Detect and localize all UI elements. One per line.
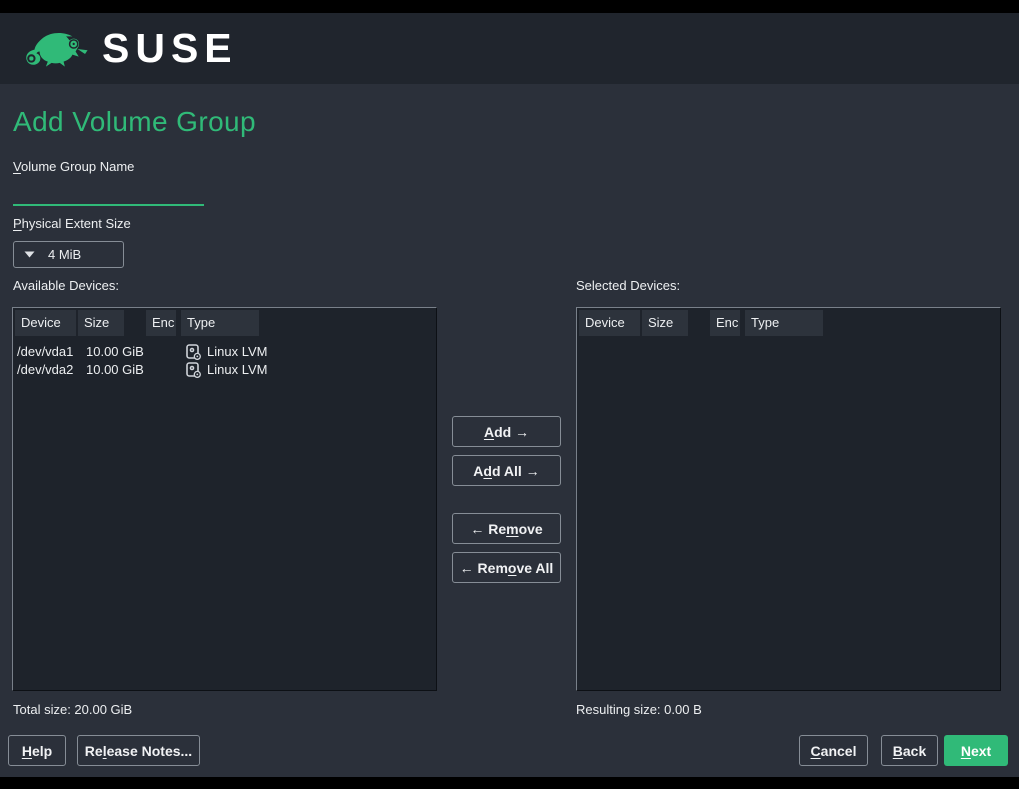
- brand-wordmark: SUSE: [102, 28, 238, 69]
- column-header-device[interactable]: Device: [579, 310, 640, 336]
- column-header-enc[interactable]: Enc: [146, 310, 176, 336]
- volume-group-name-label: Volume Group Name: [13, 159, 134, 174]
- device-cell: /dev/vda2: [17, 361, 73, 379]
- column-header-type[interactable]: Type: [745, 310, 823, 336]
- remove-all-button[interactable]: ← Remove All: [452, 552, 561, 583]
- back-button[interactable]: Back: [881, 735, 938, 766]
- physical-extent-size-select[interactable]: 4 MiB: [13, 241, 124, 268]
- type-cell: Linux LVM: [186, 361, 267, 379]
- column-header-device[interactable]: Device: [15, 310, 76, 336]
- top-black-bar: [0, 0, 1019, 13]
- volume-group-name-input[interactable]: [13, 182, 204, 206]
- available-devices-table[interactable]: DeviceSize EncType /dev/vda1 10.00 GiB Lin…: [12, 307, 437, 691]
- dropdown-caret-icon: [24, 251, 35, 258]
- resulting-size-text: Resulting size: 0.00 B: [576, 702, 702, 717]
- size-cell: 10.00 GiB: [86, 343, 144, 361]
- column-header-type[interactable]: Type: [181, 310, 259, 336]
- lvm-partition-icon: [186, 362, 201, 378]
- selected-devices-table-header: DeviceSize EncType: [577, 308, 1000, 338]
- total-size-text: Total size: 20.00 GiB: [13, 702, 132, 717]
- cancel-button[interactable]: Cancel: [799, 735, 868, 766]
- column-header-size[interactable]: Size: [78, 310, 124, 336]
- help-button[interactable]: Help: [8, 735, 66, 766]
- suse-chameleon-logo-icon: [18, 25, 94, 73]
- bottom-black-bar: [0, 777, 1019, 789]
- available-devices-table-header: DeviceSize EncType: [13, 308, 436, 338]
- device-row[interactable]: /dev/vda1 10.00 GiB Linux LVM: [13, 343, 436, 361]
- device-row[interactable]: /dev/vda2 10.00 GiB Linux LVM: [13, 361, 436, 379]
- add-all-button[interactable]: Add All →: [452, 455, 561, 486]
- size-cell: 10.00 GiB: [86, 361, 144, 379]
- release-notes-button[interactable]: Release Notes...: [77, 735, 200, 766]
- available-devices-label: Available Devices:: [13, 278, 119, 293]
- physical-extent-size-value: 4 MiB: [48, 247, 81, 262]
- page-title: Add Volume Group: [13, 106, 256, 138]
- remove-button[interactable]: ← Remove: [452, 513, 561, 544]
- column-header-enc[interactable]: Enc: [710, 310, 740, 336]
- next-button[interactable]: Next: [944, 735, 1008, 766]
- selected-devices-label: Selected Devices:: [576, 278, 680, 293]
- device-cell: /dev/vda1: [17, 343, 73, 361]
- available-devices-rows: /dev/vda1 10.00 GiB Linux LVM/dev/vda2 10.…: [13, 343, 436, 379]
- type-cell: Linux LVM: [186, 343, 267, 361]
- lvm-partition-icon: [186, 344, 201, 360]
- add-button[interactable]: Add →: [452, 416, 561, 447]
- selected-devices-table[interactable]: DeviceSize EncType: [576, 307, 1001, 691]
- app-header: SUSE: [0, 13, 1019, 84]
- physical-extent-size-label: Physical Extent Size: [13, 216, 131, 231]
- column-header-size[interactable]: Size: [642, 310, 688, 336]
